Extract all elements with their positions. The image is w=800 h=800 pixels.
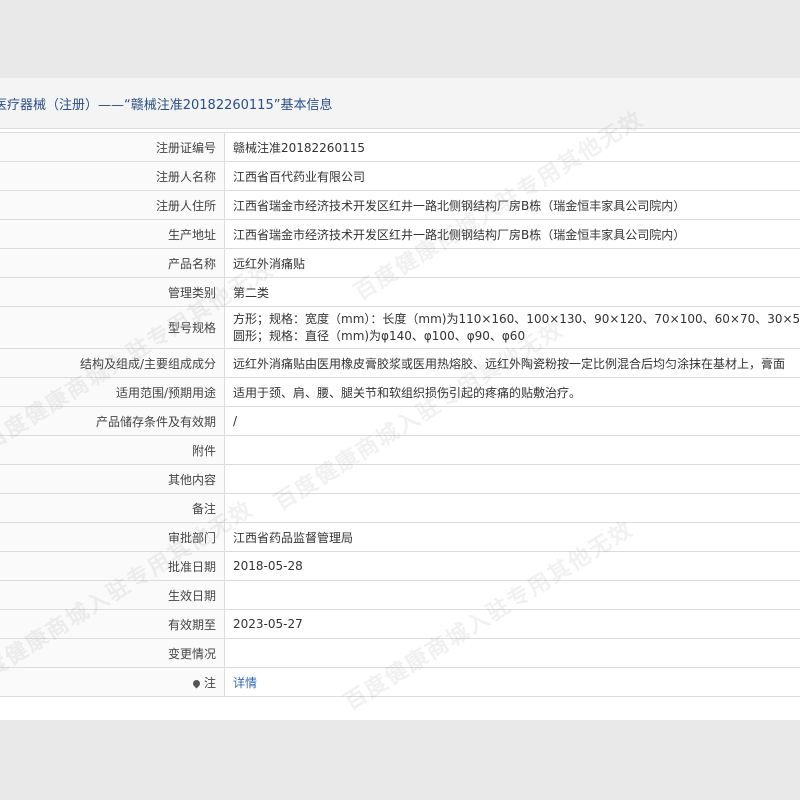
model-spec-line: 圆形；规格：直径（mm)为φ140、φ100、φ90、φ60	[233, 328, 526, 343]
row-label: 结构及组成/主要组成成分	[0, 348, 225, 378]
model-spec-value: 方形；规格：宽度（mm）：长度（mm)为110×160、100×130、90×1…	[224, 306, 800, 349]
composition-value: 远红外消痛贴由医用橡皮膏胶浆或医用热熔胶、远红外陶瓷粉按一定比例混合后均匀涂抹在…	[224, 348, 800, 378]
intended-use-value: 适用于颈、肩、腰、腿关节和软组织损伤引起的疼痛的贴敷治疗。	[224, 377, 800, 407]
table-row: 结构及组成/主要组成成分 远红外消痛贴由医用橡皮膏胶浆或医用热熔胶、远红外陶瓷粉…	[0, 348, 800, 378]
table-row: 注册证编号 赣械注准20182260115	[0, 132, 800, 162]
storage-value: /	[224, 406, 800, 436]
row-label: 适用范围/预期用途	[0, 377, 225, 407]
attachment-value	[224, 435, 800, 465]
table-row: 型号规格 方形；规格：宽度（mm）：长度（mm)为110×160、100×130…	[0, 306, 800, 349]
table-row: 批准日期 2018-05-28	[0, 551, 800, 581]
table-row: 备注	[0, 493, 800, 523]
note-value-cell: 详情	[224, 667, 800, 697]
table-row: 有效期至 2023-05-27	[0, 609, 800, 639]
row-label: 产品储存条件及有效期	[0, 406, 225, 436]
approval-date-value: 2018-05-28	[224, 551, 800, 581]
row-label: 有效期至	[0, 609, 225, 639]
row-label: 生产地址	[0, 219, 225, 249]
table-row: 管理类别 第二类	[0, 277, 800, 307]
management-category-value: 第二类	[224, 277, 800, 307]
row-label: 注册人住所	[0, 190, 225, 220]
registrant-address-value: 江西省瑞金市经济技术开发区红井一路北侧钢结构厂房B栋（瑞金恒丰家具公司院内）	[224, 190, 800, 220]
row-label: 变更情况	[0, 638, 225, 668]
table-row: 生产地址 江西省瑞金市经济技术开发区红井一路北侧钢结构厂房B栋（瑞金恒丰家具公司…	[0, 219, 800, 249]
registration-number-value: 赣械注准20182260115	[224, 132, 800, 162]
other-content-value	[224, 464, 800, 494]
table-row: 注册人名称 江西省百代药业有限公司	[0, 161, 800, 191]
row-label: 生效日期	[0, 580, 225, 610]
remarks-value	[224, 493, 800, 523]
panel-header: 医疗器械（注册）——“赣械注准20182260115”基本信息	[0, 78, 800, 129]
table-row: 生效日期	[0, 580, 800, 610]
change-status-value	[224, 638, 800, 668]
row-label: 备注	[0, 493, 225, 523]
row-label: 注册人名称	[0, 161, 225, 191]
row-label: 审批部门	[0, 522, 225, 552]
row-label: 注册证编号	[0, 132, 225, 162]
registrant-name-value: 江西省百代药业有限公司	[224, 161, 800, 191]
product-name-value: 远红外消痛贴	[224, 248, 800, 278]
info-panel: 医疗器械（注册）——“赣械注准20182260115”基本信息 注册证编号 赣械…	[0, 78, 800, 720]
expiry-date-value: 2023-05-27	[224, 609, 800, 639]
table-row: 附件	[0, 435, 800, 465]
model-spec-line: 方形；规格：宽度（mm）：长度（mm)为110×160、100×130、90×1…	[233, 311, 800, 326]
table-row: 变更情况	[0, 638, 800, 668]
page-title: 医疗器械（注册）——“赣械注准20182260115”基本信息	[0, 97, 333, 113]
row-label: 注	[203, 675, 216, 690]
info-table: 注册证编号 赣械注准20182260115 注册人名称 江西省百代药业有限公司 …	[0, 132, 800, 697]
table-row: 注 详情	[0, 667, 800, 697]
production-address-value: 江西省瑞金市经济技术开发区红井一路北侧钢结构厂房B栋（瑞金恒丰家具公司院内）	[224, 219, 800, 249]
row-label: 产品名称	[0, 248, 225, 278]
row-label: 型号规格	[0, 306, 225, 349]
row-label: 其他内容	[0, 464, 225, 494]
table-row: 产品名称 远红外消痛贴	[0, 248, 800, 278]
table-row: 适用范围/预期用途 适用于颈、肩、腰、腿关节和软组织损伤引起的疼痛的贴敷治疗。	[0, 377, 800, 407]
row-label: 管理类别	[0, 277, 225, 307]
row-label: 附件	[0, 435, 225, 465]
table-row: 审批部门 江西省药品监督管理局	[0, 522, 800, 552]
table-row: 注册人住所 江西省瑞金市经济技术开发区红井一路北侧钢结构厂房B栋（瑞金恒丰家具公…	[0, 190, 800, 220]
row-label: 批准日期	[0, 551, 225, 581]
effective-date-value	[224, 580, 800, 610]
pin-icon	[191, 678, 202, 688]
details-link[interactable]: 详情	[233, 676, 257, 690]
table-row: 产品储存条件及有效期 /	[0, 406, 800, 436]
note-label-cell: 注	[0, 667, 225, 697]
approval-dept-value: 江西省药品监督管理局	[224, 522, 800, 552]
table-row: 其他内容	[0, 464, 800, 494]
